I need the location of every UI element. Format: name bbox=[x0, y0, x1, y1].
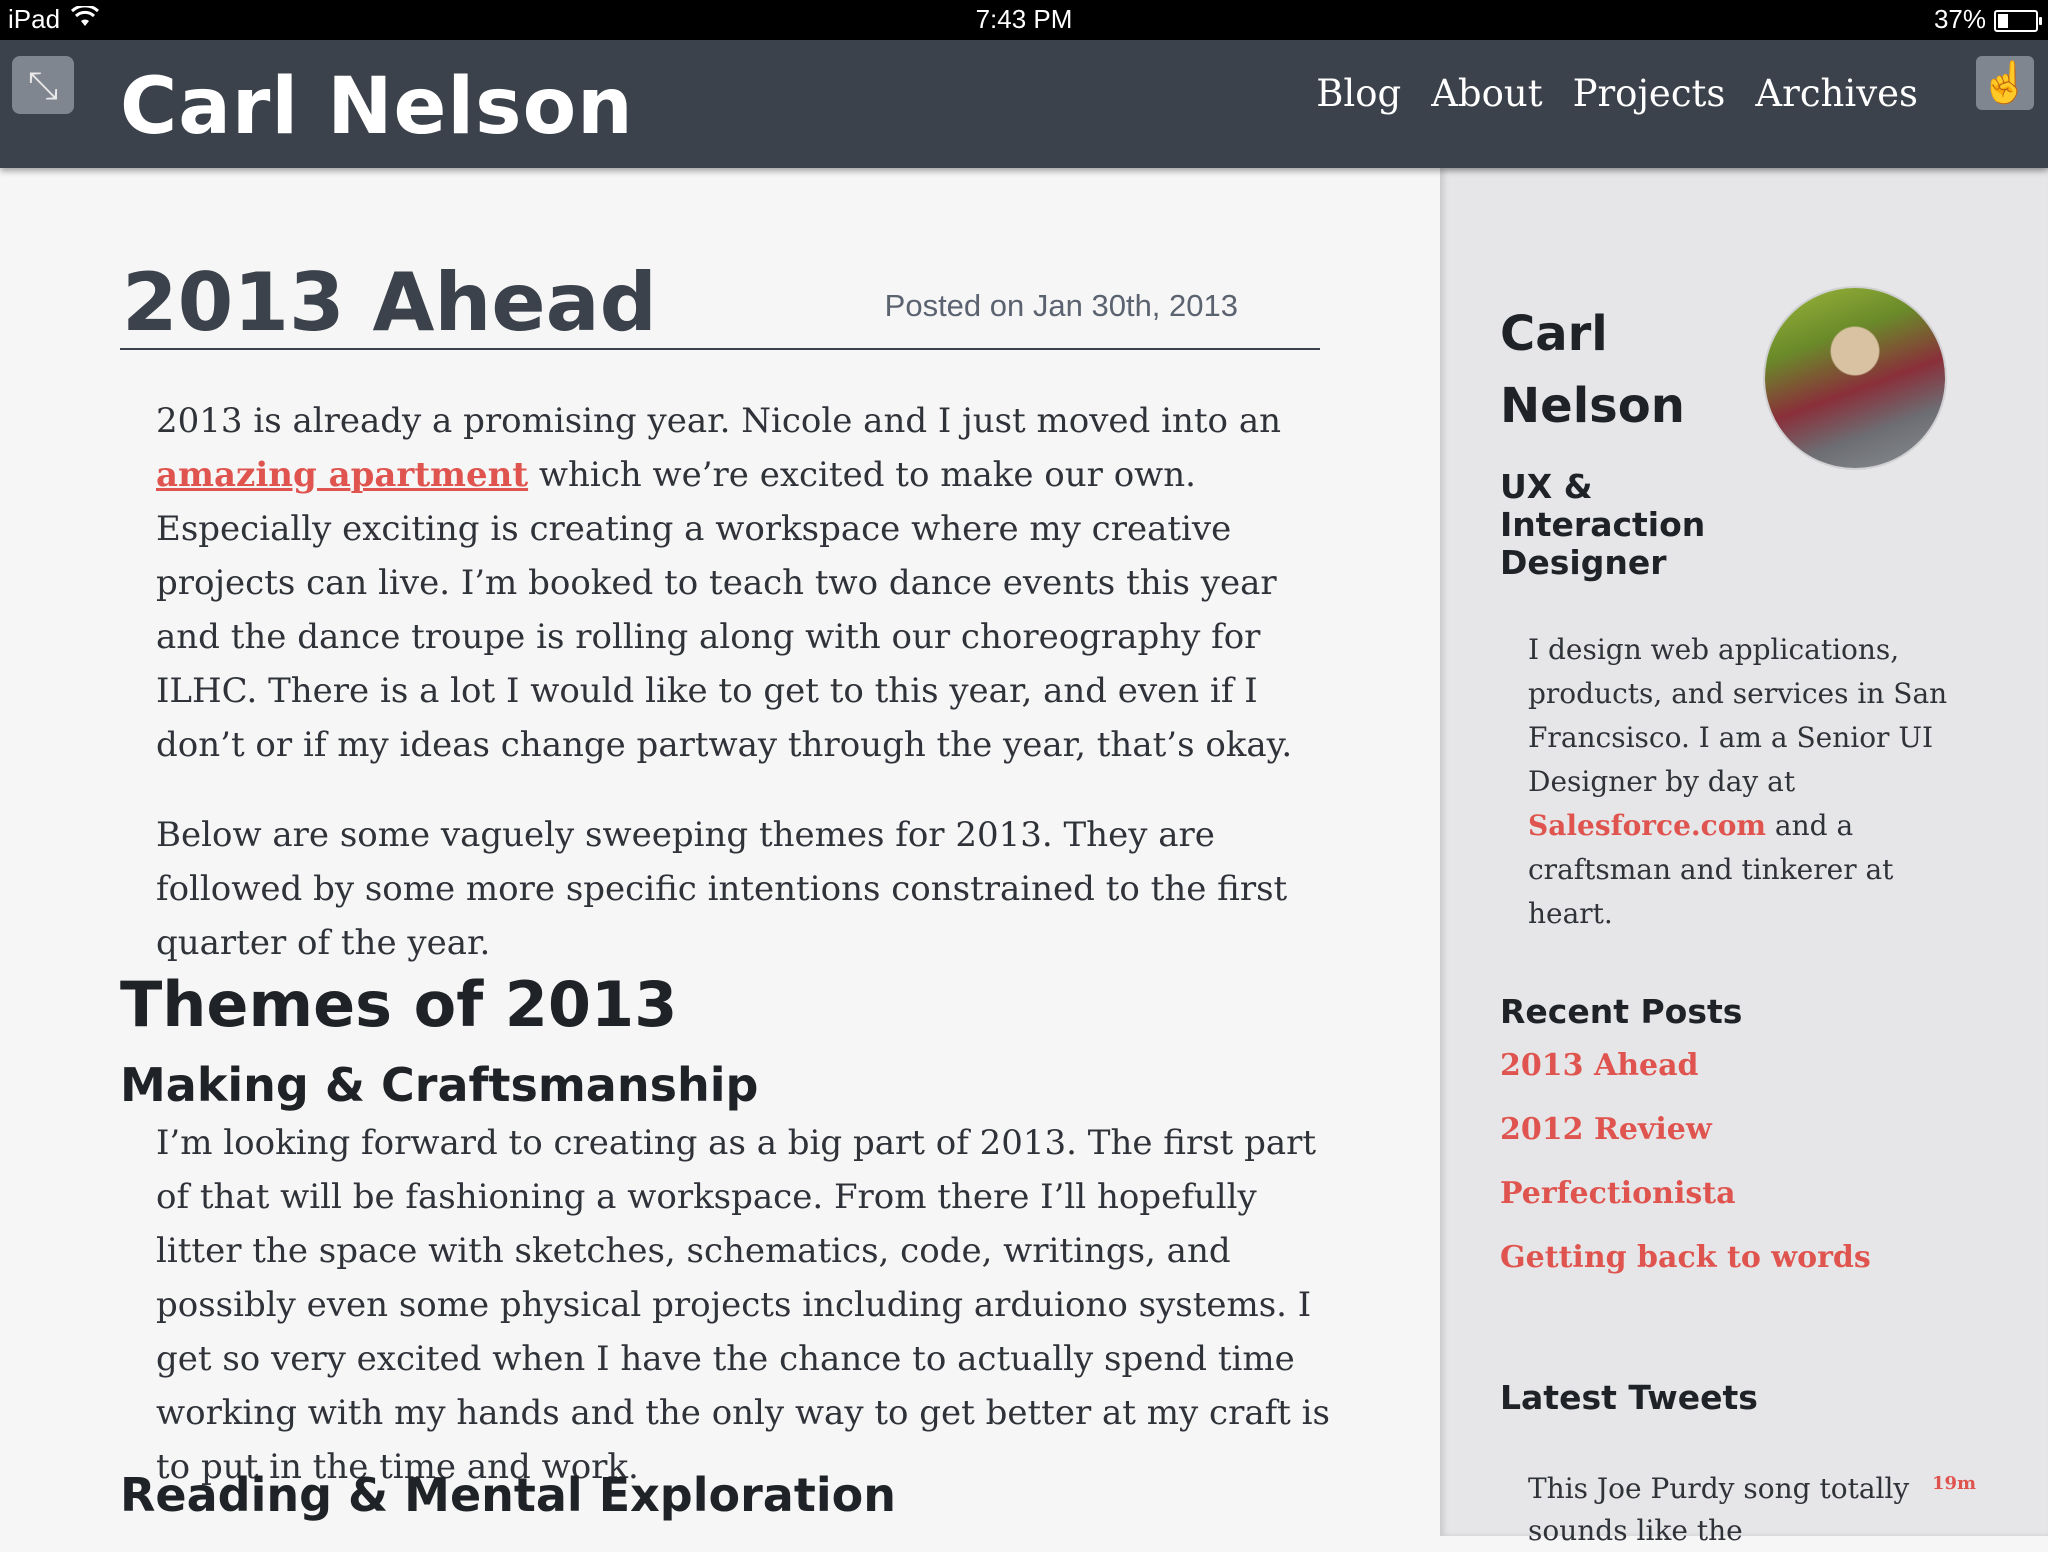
status-time: 7:43 PM bbox=[975, 4, 1073, 34]
post-header: 2013 Ahead Posted on Jan 30th, 2013 bbox=[120, 258, 1320, 350]
themes-heading: Themes of 2013 bbox=[120, 968, 678, 1041]
list-item: 2013 Ahead bbox=[1500, 1048, 1871, 1112]
paragraph-intro-post: which we’re excited to make our own. Esp… bbox=[156, 455, 1293, 765]
paragraph-themes-intro: Below are some vaguely sweeping themes f… bbox=[156, 815, 1288, 963]
list-item: Perfectionista bbox=[1500, 1176, 1871, 1240]
sidebar-bio: I design web applications, products, and… bbox=[1528, 628, 1978, 936]
tweet-time[interactable]: 19m bbox=[1932, 1473, 1976, 1494]
recent-post-link[interactable]: Perfectionista bbox=[1500, 1176, 1736, 1211]
paragraph-making: I’m looking forward to creating as a big… bbox=[156, 1123, 1330, 1487]
nav-archives[interactable]: Archives bbox=[1755, 72, 1918, 115]
recent-posts-list: 2013 Ahead 2012 Review Perfectionista Ge… bbox=[1500, 1048, 1871, 1304]
reading-heading: Reading & Mental Exploration bbox=[120, 1468, 896, 1522]
recent-post-link[interactable]: 2012 Review bbox=[1500, 1112, 1712, 1147]
collapse-arrows-icon[interactable]: ⤡ bbox=[12, 56, 74, 114]
latest-tweets-heading: Latest Tweets bbox=[1500, 1378, 1758, 1417]
site-header: ⤡ Carl Nelson Blog About Projects Archiv… bbox=[0, 40, 2048, 168]
nav-projects[interactable]: Projects bbox=[1573, 72, 1726, 115]
recent-posts-heading: Recent Posts bbox=[1500, 992, 1743, 1031]
sidebar: Carl Nelson UX & Interaction Designer I … bbox=[1440, 168, 2048, 1547]
list-item: Getting back to words bbox=[1500, 1240, 1871, 1304]
apartment-link[interactable]: amazing apartment bbox=[156, 455, 528, 495]
status-right: 37% bbox=[1933, 4, 2042, 35]
main-nav: Blog About Projects Archives bbox=[1316, 72, 1918, 115]
main-content: 2013 Ahead Posted on Jan 30th, 2013 2013… bbox=[0, 168, 1440, 1536]
sidebar-bio-pre: I design web applications, products, and… bbox=[1528, 633, 1948, 798]
post-date: Posted on Jan 30th, 2013 bbox=[884, 288, 1238, 323]
paragraph-intro: 2013 is already a promising year. Nicole… bbox=[156, 394, 1336, 772]
salesforce-link[interactable]: Salesforce.com bbox=[1528, 809, 1766, 842]
status-bar: iPad 7:43 PM 37% bbox=[0, 0, 2048, 40]
nav-about[interactable]: About bbox=[1431, 72, 1542, 115]
tweet-text: This Joe Purdy song totally sounds like … bbox=[1528, 1472, 1910, 1547]
hand-pointer-icon[interactable]: ☝ bbox=[1976, 56, 2034, 110]
making-heading: Making & Craftsmanship bbox=[120, 1058, 759, 1112]
site-title[interactable]: Carl Nelson bbox=[120, 62, 634, 152]
list-item: 2012 Review bbox=[1500, 1112, 1871, 1176]
recent-post-link[interactable]: Getting back to words bbox=[1500, 1240, 1871, 1275]
recent-post-link[interactable]: 2013 Ahead bbox=[1500, 1048, 1699, 1083]
nav-blog[interactable]: Blog bbox=[1316, 72, 1401, 115]
battery-percent: 37% bbox=[1933, 4, 1986, 34]
sidebar-role: UX & Interaction Designer bbox=[1500, 467, 1706, 582]
battery-icon bbox=[1994, 9, 2042, 32]
paragraph-intro-pre: 2013 is already a promising year. Nicole… bbox=[156, 401, 1282, 441]
post-title: 2013 Ahead bbox=[122, 256, 657, 349]
sidebar-name: Carl Nelson bbox=[1500, 306, 1685, 434]
avatar bbox=[1765, 288, 1945, 468]
